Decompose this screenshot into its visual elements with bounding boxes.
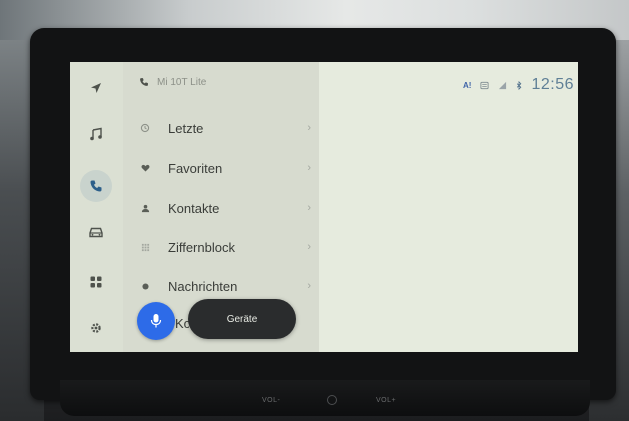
dialpad-icon — [139, 243, 151, 252]
car-icon — [89, 227, 103, 238]
microphone-icon — [150, 314, 162, 328]
rail-item-navigation[interactable] — [80, 72, 112, 104]
clock: 12:56 — [531, 76, 574, 93]
volume-down-button[interactable]: VOL- — [262, 397, 280, 404]
menu-item-label: Nachrichten — [168, 278, 238, 294]
heart-icon — [139, 164, 151, 172]
chevron-right-icon: › — [307, 280, 311, 292]
message-icon — [139, 282, 151, 291]
devices-toast[interactable]: Geräte — [188, 299, 296, 339]
assistant-icon: A! — [463, 80, 472, 90]
rail-item-music[interactable] — [80, 118, 112, 150]
device-name: Mi 10T Lite — [157, 76, 207, 88]
navigation-arrow-icon — [91, 83, 101, 93]
menu-item-label: Kontakte — [168, 200, 220, 216]
rail-item-phone[interactable] — [80, 170, 112, 202]
menu-item-label: Ziffernblock — [168, 239, 235, 255]
menu-item-contacts[interactable]: Kontakte › — [139, 191, 311, 225]
phone-icon — [90, 180, 102, 192]
status-bar: A! 12:56 — [463, 74, 574, 96]
rail-item-car[interactable] — [80, 216, 112, 248]
menu-item-favorites[interactable]: Favoriten › — [139, 151, 311, 185]
message-icon — [480, 81, 490, 89]
head-unit-control-strip — [60, 380, 590, 416]
chevron-right-icon: › — [307, 202, 311, 214]
signal-icon — [499, 81, 507, 89]
android-auto-screen: Mi 10T Lite Letzte › Favoriten › Kontakt… — [70, 62, 578, 352]
menu-item-dialpad[interactable]: Ziffernblock › — [139, 230, 311, 264]
music-note-icon — [90, 127, 102, 141]
gear-icon — [91, 323, 101, 333]
volume-up-button[interactable]: VOL+ — [376, 397, 396, 404]
rail-item-settings[interactable] — [80, 312, 112, 344]
power-knob[interactable] — [327, 395, 337, 405]
chevron-right-icon: › — [307, 241, 311, 253]
content-panel — [319, 62, 578, 352]
connected-device: Mi 10T Lite — [139, 74, 206, 90]
obscured-menu-item: Ko — [175, 316, 189, 331]
person-icon — [139, 204, 151, 213]
menu-item-label: Favoriten — [168, 160, 223, 176]
voice-assistant-button[interactable] — [137, 302, 175, 340]
bluetooth-icon — [517, 80, 522, 90]
apps-grid-icon — [90, 276, 102, 288]
phone-icon — [140, 78, 148, 86]
history-icon — [139, 123, 151, 133]
menu-item-recent[interactable]: Letzte › — [139, 111, 311, 145]
menu-item-label: Letzte — [168, 120, 204, 136]
app-rail — [70, 62, 123, 352]
menu-item-messages[interactable]: Nachrichten › — [139, 269, 311, 303]
toast-label: Geräte — [226, 313, 258, 325]
rail-item-apps[interactable] — [80, 266, 112, 298]
chevron-right-icon: › — [307, 122, 311, 134]
chevron-right-icon: › — [307, 162, 311, 174]
